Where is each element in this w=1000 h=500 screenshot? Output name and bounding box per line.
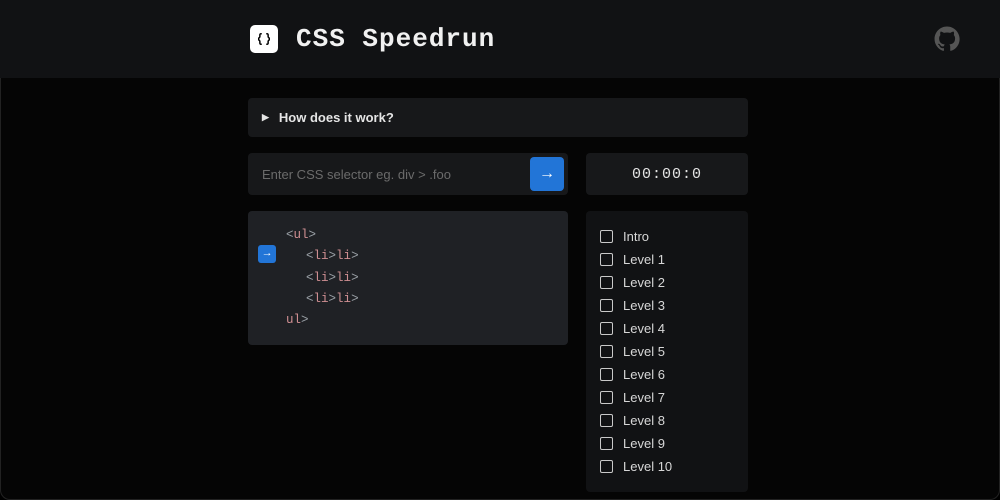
checkbox-icon — [600, 322, 613, 335]
level-item[interactable]: Level 4 — [596, 317, 738, 340]
level-item[interactable]: Level 9 — [596, 432, 738, 455]
arrow-right-icon: → — [539, 165, 555, 183]
app-header: CSS Speedrun — [0, 0, 1000, 78]
checkbox-icon — [600, 230, 613, 243]
level-item[interactable]: Level 6 — [596, 363, 738, 386]
level-item[interactable]: Level 10 — [596, 455, 738, 478]
code-block: <ul><li>li><li>li><li>li>ul> — [286, 225, 359, 331]
selector-input[interactable] — [262, 167, 530, 182]
checkbox-icon — [600, 391, 613, 404]
chevron-right-icon: ▶ — [262, 112, 269, 123]
level-label: Level 4 — [623, 321, 665, 336]
level-list: Intro Level 1 Level 2 Level 3 Level 4 Level 5… — [586, 211, 748, 492]
level-item[interactable]: Level 8 — [596, 409, 738, 432]
level-label: Level 3 — [623, 298, 665, 313]
submit-button[interactable]: → — [530, 157, 564, 191]
line-pointer-icon: → — [258, 245, 276, 263]
github-icon[interactable] — [934, 26, 960, 52]
app-title: CSS Speedrun — [296, 24, 934, 54]
checkbox-icon — [600, 460, 613, 473]
level-item[interactable]: Intro — [596, 225, 738, 248]
level-label: Level 10 — [623, 459, 672, 474]
code-panel: → <ul><li>li><li>li><li>li>ul> — [248, 211, 568, 345]
level-item[interactable]: Level 5 — [596, 340, 738, 363]
level-label: Level 9 — [623, 436, 665, 451]
timer-display: 00:00:0 — [586, 153, 748, 195]
selector-input-wrap: → — [248, 153, 568, 195]
level-label: Level 1 — [623, 252, 665, 267]
level-item[interactable]: Level 2 — [596, 271, 738, 294]
app-logo — [250, 25, 278, 53]
level-item[interactable]: Level 3 — [596, 294, 738, 317]
level-label: Level 6 — [623, 367, 665, 382]
how-it-works-label: How does it work? — [279, 110, 394, 125]
checkbox-icon — [600, 253, 613, 266]
checkbox-icon — [600, 345, 613, 358]
checkbox-icon — [600, 276, 613, 289]
checkbox-icon — [600, 368, 613, 381]
level-item[interactable]: Level 1 — [596, 248, 738, 271]
level-label: Level 5 — [623, 344, 665, 359]
how-it-works-toggle[interactable]: ▶ How does it work? — [248, 98, 748, 137]
level-item[interactable]: Level 7 — [596, 386, 738, 409]
level-label: Level 2 — [623, 275, 665, 290]
checkbox-icon — [600, 299, 613, 312]
checkbox-icon — [600, 437, 613, 450]
level-label: Level 7 — [623, 390, 665, 405]
braces-icon — [255, 30, 273, 48]
level-label: Level 8 — [623, 413, 665, 428]
checkbox-icon — [600, 414, 613, 427]
level-label: Intro — [623, 229, 649, 244]
